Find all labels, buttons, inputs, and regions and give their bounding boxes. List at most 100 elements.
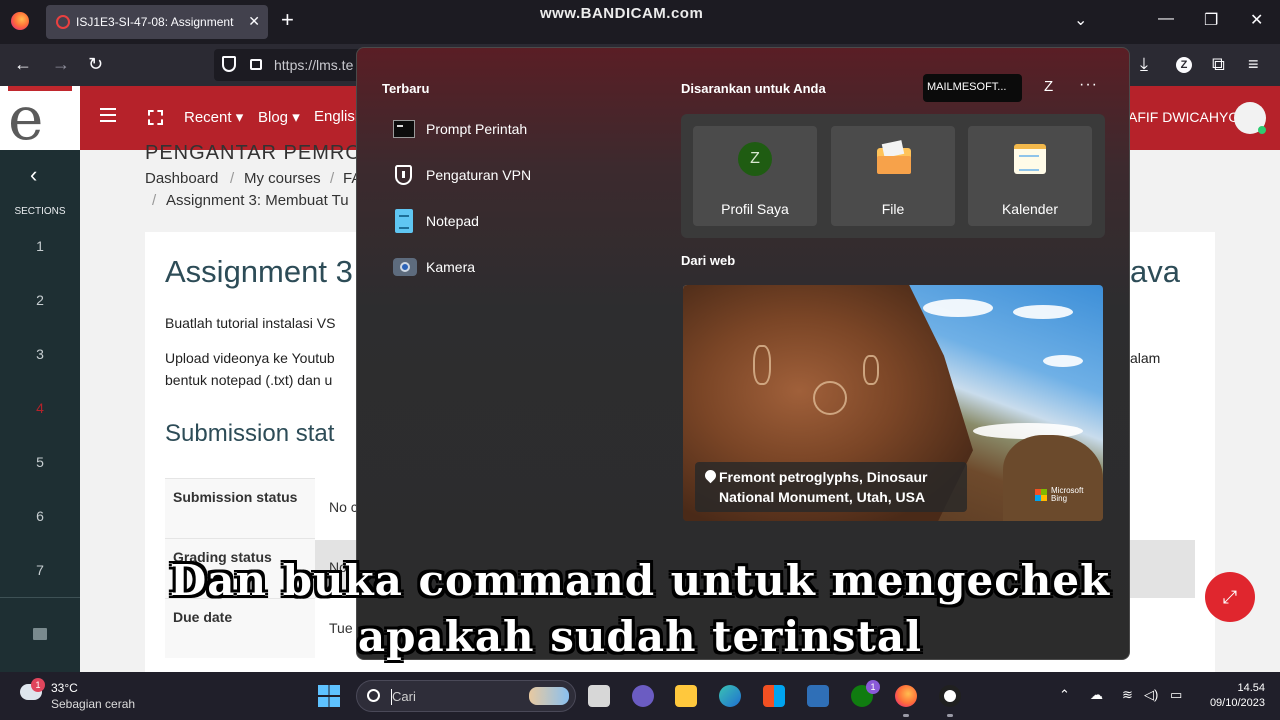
nav-blog[interactable]: Blog ▾ bbox=[258, 108, 300, 126]
search-placeholder: Cari bbox=[392, 689, 416, 704]
suggested-heading: Disarankan untuk Anda bbox=[681, 81, 826, 96]
rock-outcrop bbox=[1003, 435, 1103, 521]
breadcrumb-current: Assignment 3: Membuat Tu bbox=[166, 192, 349, 209]
profile-avatar: Z bbox=[738, 142, 772, 176]
recent-item-label: Pengaturan VPN bbox=[426, 167, 532, 183]
petroglyph-figure bbox=[753, 345, 771, 385]
app-icon[interactable] bbox=[807, 685, 829, 707]
firefox-taskbar-icon[interactable] bbox=[895, 685, 917, 707]
section-link-4[interactable]: 4 bbox=[0, 400, 80, 416]
folder-icon bbox=[877, 148, 911, 174]
tile-calendar[interactable]: Kalender bbox=[968, 126, 1092, 226]
more-options-icon[interactable]: ··· bbox=[1079, 76, 1098, 94]
running-indicator bbox=[903, 714, 909, 717]
cloud-shape bbox=[1043, 355, 1083, 367]
forward-arrow-icon[interactable]: → bbox=[52, 54, 70, 74]
cloud-icon[interactable]: ☁ bbox=[1090, 687, 1103, 703]
file-explorer-icon[interactable] bbox=[675, 685, 697, 707]
windows-start-icon[interactable] bbox=[318, 685, 340, 707]
tab-title: ISJ1E3-SI-47-08: Assignment 3: Membuat T… bbox=[76, 15, 236, 29]
video-subtitle-line1: Dan buka command untuk mengechek bbox=[169, 556, 1111, 605]
tracking-shield-icon[interactable] bbox=[222, 56, 236, 72]
chevron-up-icon[interactable]: ⌃ bbox=[1059, 687, 1070, 703]
assignment-instructions-line2: bentuk notepad (.txt) dan u bbox=[165, 372, 333, 388]
section-link-6[interactable]: 6 bbox=[0, 508, 80, 524]
battery-icon[interactable]: ▭ bbox=[1170, 687, 1182, 703]
fullscreen-icon[interactable] bbox=[148, 110, 163, 125]
weather-description[interactable]: Sebagian cerah bbox=[51, 697, 135, 711]
chevron-down-icon[interactable]: ⌄ bbox=[1074, 10, 1087, 30]
download-icon[interactable]: ⤓ bbox=[1140, 54, 1148, 74]
sections-label: SECTIONS bbox=[14, 206, 66, 217]
store-icon[interactable] bbox=[763, 685, 785, 707]
system-clock[interactable]: 14.54 09/10/2023 bbox=[1200, 681, 1265, 711]
site-logo[interactable]: e bbox=[0, 86, 80, 150]
chevron-left-icon[interactable]: ‹ bbox=[30, 162, 37, 188]
drawer-toggle-icon[interactable] bbox=[100, 108, 116, 122]
breadcrumb-separator: / bbox=[230, 170, 235, 187]
web-heading: Dari web bbox=[681, 253, 736, 268]
location-pin-icon bbox=[702, 467, 719, 484]
petroglyph-figure bbox=[863, 355, 879, 385]
caption-text: Fremont petroglyphs, Dinosaur National M… bbox=[719, 469, 928, 505]
user-name[interactable]: AFIF DWICAHYO bbox=[1128, 109, 1239, 125]
back-arrow-icon[interactable]: ← bbox=[14, 54, 32, 74]
web-image-card[interactable]: Fremont petroglyphs, Dinosaur National M… bbox=[683, 285, 1103, 521]
microsoft-logo-icon bbox=[1035, 489, 1047, 501]
account-extension-icon[interactable]: Z bbox=[1176, 57, 1192, 73]
section-link-2[interactable]: 2 bbox=[0, 292, 80, 308]
volume-icon[interactable]: ◁) bbox=[1144, 687, 1158, 703]
recent-item-label: Kamera bbox=[426, 259, 476, 275]
reload-icon[interactable]: ↻ bbox=[88, 54, 103, 74]
account-avatar[interactable]: Z bbox=[1044, 78, 1053, 95]
close-window-button[interactable]: ✕ bbox=[1250, 10, 1263, 30]
page-title: Assignment 3 bbox=[165, 254, 353, 289]
tile-file[interactable]: File bbox=[831, 126, 955, 226]
account-button[interactable]: MAILMESOFT... bbox=[923, 74, 1022, 102]
breadcrumb-dashboard[interactable]: Dashboard bbox=[145, 170, 218, 187]
maximize-button[interactable]: ❐ bbox=[1204, 10, 1218, 30]
address-bar[interactable]: https://lms.te bbox=[214, 49, 364, 81]
tile-label: Kalender bbox=[1001, 201, 1059, 217]
url-text[interactable]: https://lms.te bbox=[274, 57, 353, 73]
chat-icon[interactable] bbox=[632, 685, 654, 707]
browser-tab[interactable]: ISJ1E3-SI-47-08: Assignment 3: Membuat T… bbox=[46, 5, 268, 39]
assignment-description: Buatlah tutorial instalasi VS bbox=[165, 315, 336, 331]
nav-recent[interactable]: Recent ▾ bbox=[184, 108, 243, 126]
tile-label: File bbox=[881, 201, 905, 217]
tile-label: Profil Saya bbox=[721, 201, 789, 217]
video-subtitle-line2: apakah sudah terinstal bbox=[357, 612, 923, 661]
petroglyph-spiral bbox=[813, 381, 847, 415]
tile-profile[interactable]: Z Profil Saya bbox=[693, 126, 817, 226]
breadcrumb-my-courses[interactable]: My courses bbox=[244, 170, 321, 187]
section-link-3[interactable]: 3 bbox=[0, 346, 80, 362]
camera-icon bbox=[393, 258, 417, 276]
section-link-5[interactable]: 5 bbox=[0, 454, 80, 470]
cloud-shape bbox=[1013, 305, 1073, 319]
task-view-icon[interactable] bbox=[588, 685, 610, 707]
cloud-shape bbox=[923, 299, 993, 317]
calendar-icon bbox=[1014, 144, 1046, 174]
menu-icon[interactable]: ≡ bbox=[1248, 54, 1259, 74]
new-tab-button[interactable]: + bbox=[281, 9, 294, 31]
edge-browser-icon[interactable] bbox=[719, 685, 741, 707]
running-indicator bbox=[947, 714, 953, 717]
search-icon bbox=[367, 689, 380, 702]
course-title: PENGANTAR PEMRO bbox=[145, 142, 362, 164]
minimize-button[interactable]: — bbox=[1158, 10, 1174, 28]
suggested-panel: Z Profil Saya File Kalender bbox=[681, 114, 1105, 238]
taskbar-search-input[interactable]: Cari bbox=[356, 680, 576, 712]
firefox-logo-icon[interactable] bbox=[11, 12, 29, 30]
lock-icon[interactable] bbox=[250, 59, 262, 70]
taskbar: 1 33°C Sebagian cerah Cari 1 ⌃ ☁ ≋ ◁) ▭ … bbox=[0, 672, 1280, 720]
section-link-1[interactable]: 1 bbox=[0, 238, 80, 254]
weather-badge: 1 bbox=[31, 678, 45, 692]
notepad-icon bbox=[395, 209, 413, 233]
image-caption: Fremont petroglyphs, Dinosaur National M… bbox=[695, 462, 967, 512]
record-icon[interactable] bbox=[939, 685, 961, 707]
weather-temperature[interactable]: 33°C bbox=[51, 681, 78, 695]
clock-time: 14.54 bbox=[1237, 682, 1265, 694]
tab-close-icon[interactable]: ✕ bbox=[248, 13, 260, 30]
extensions-icon[interactable]: ⧉ bbox=[1212, 54, 1225, 74]
wifi-icon[interactable]: ≋ bbox=[1122, 687, 1133, 703]
